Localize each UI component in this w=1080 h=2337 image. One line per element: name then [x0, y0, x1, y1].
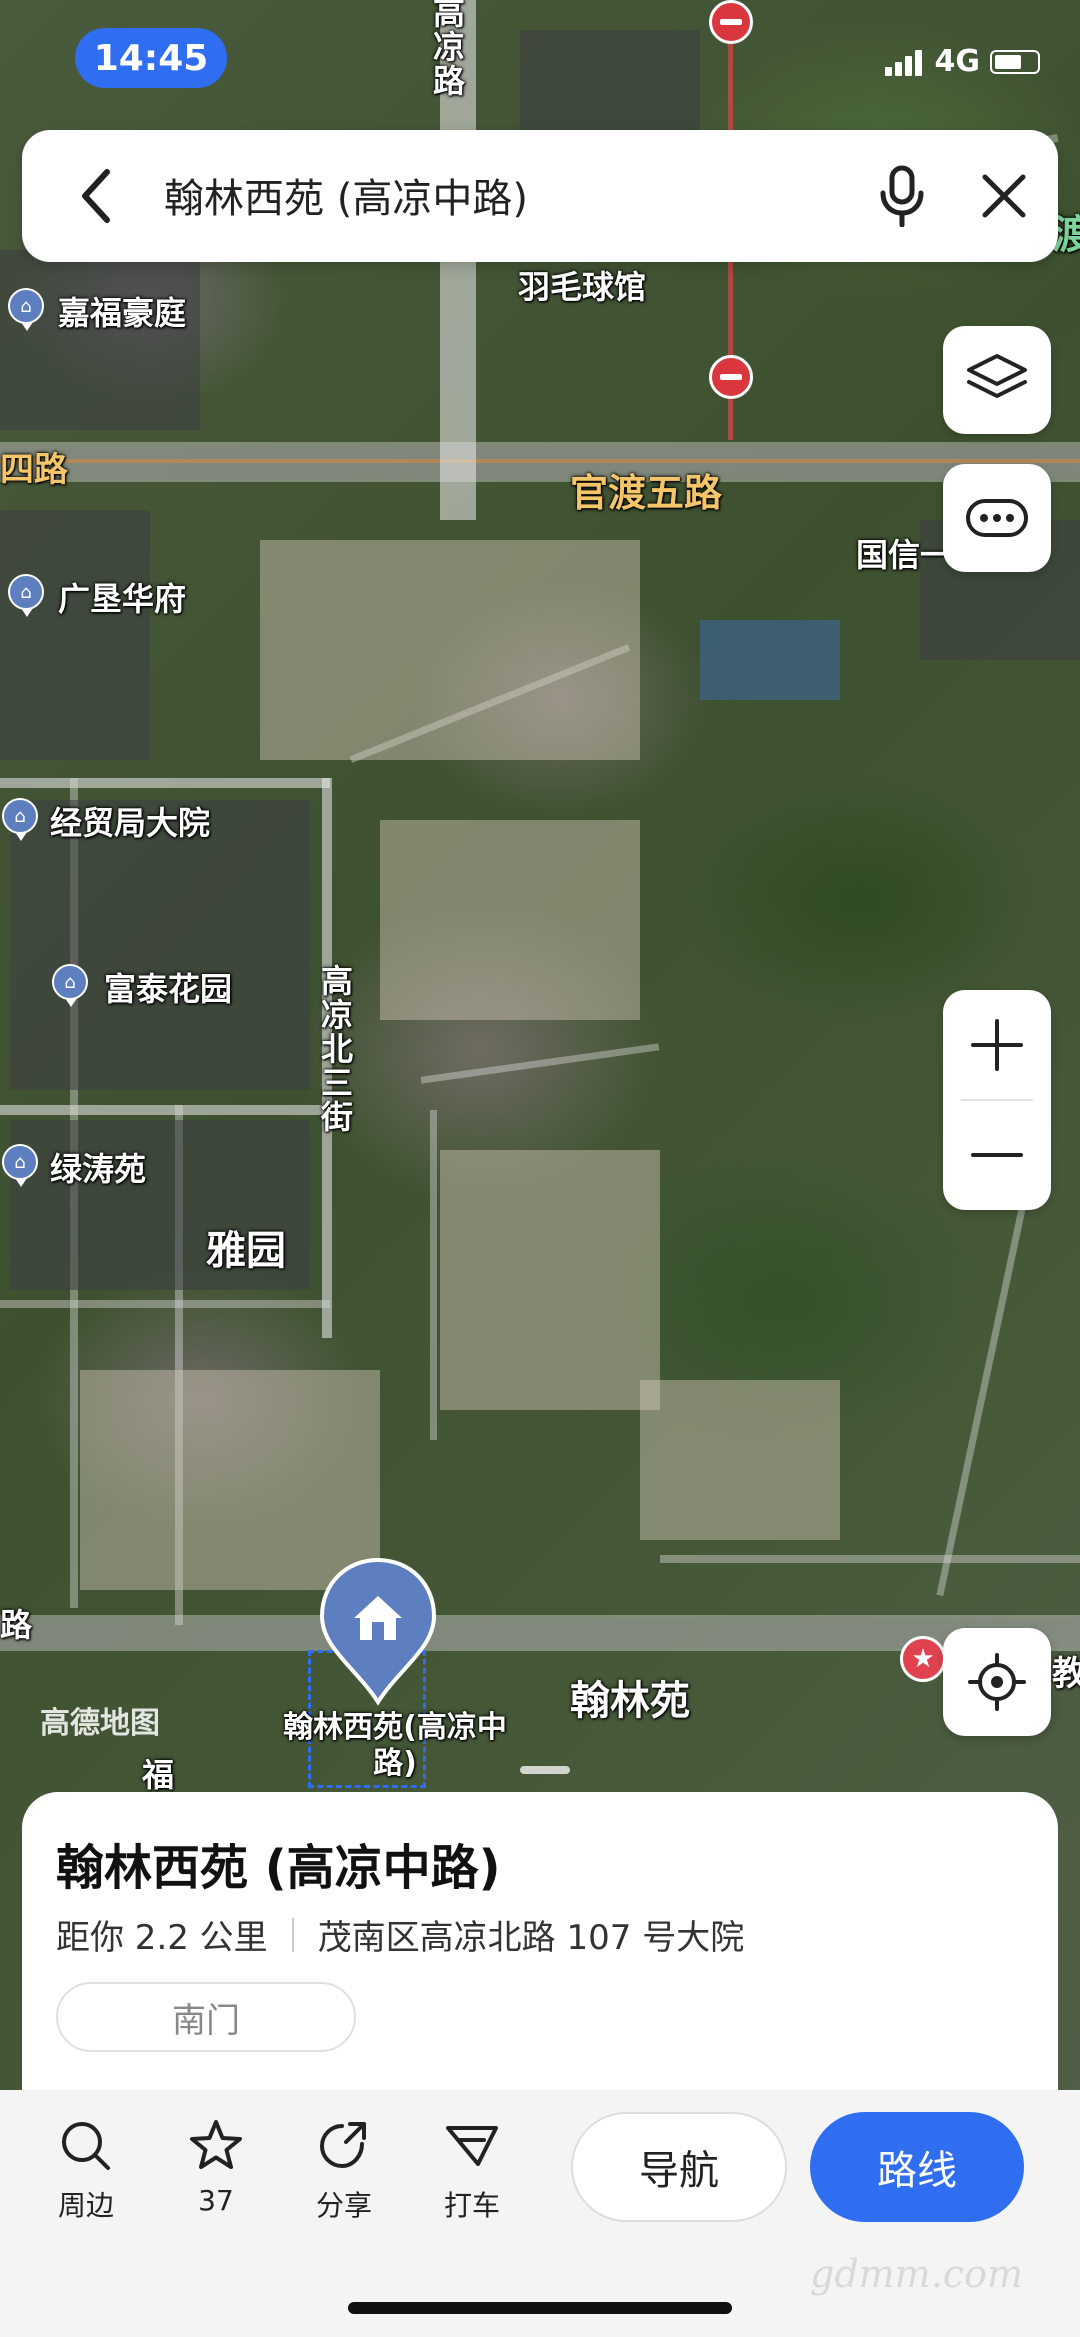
watermark: gdmm.com [810, 2252, 1023, 2296]
favorite-button[interactable]: 37 [166, 2114, 266, 2217]
poi-label-futai[interactable]: 富泰花园 [104, 964, 232, 1010]
crosshair-icon [968, 1653, 1026, 1711]
favorite-star-icon[interactable]: ★ [900, 1636, 946, 1682]
roofs-cluster-6 [700, 620, 840, 700]
roofs-cluster-1 [260, 540, 640, 760]
battery-icon [990, 49, 1040, 74]
poi-label-lvtao[interactable]: 绿涛苑 [50, 1144, 146, 1190]
navigate-button[interactable]: 导航 [571, 2112, 787, 2222]
road-left-block-bottom [0, 1105, 330, 1115]
roofs-cluster-2 [380, 820, 640, 1020]
poi-pin-icon[interactable]: ⌂ [2, 1144, 38, 1187]
search-query[interactable]: 翰林西苑 (高凉中路) [164, 166, 528, 224]
home-marker-icon [319, 1557, 437, 1706]
road-guandu-centerline [0, 459, 1080, 463]
route-button[interactable]: 路线 [810, 2112, 1024, 2222]
road-label-gaoliang: 高凉路 [428, 0, 466, 98]
taxi-flag-icon [446, 2126, 498, 2166]
place-card[interactable]: 翰林西苑 (高凉中路) 距你 2.2 公里 茂南区高凉北路 107 号大院 南门 [22, 1792, 1058, 2102]
signal-icon [884, 48, 925, 76]
no-entry-icon [709, 355, 753, 399]
poi-label-jingmao[interactable]: 经贸局大院 [50, 798, 210, 844]
road-label-guandu5: 官渡五路 [570, 471, 723, 515]
meta-divider [291, 1917, 294, 1952]
locate-me-button[interactable] [943, 1628, 1051, 1736]
road-mid-v [430, 1110, 437, 1440]
zoom-out-button[interactable] [943, 1100, 1051, 1210]
gate-chip-south[interactable]: 南门 [56, 1982, 356, 2052]
home-indicator[interactable] [348, 2302, 732, 2314]
zoom-in-button[interactable] [943, 990, 1051, 1100]
selected-place-label[interactable]: 翰林西苑(高凉中路) [280, 1710, 510, 1782]
place-meta: 距你 2.2 公里 茂南区高凉北路 107 号大院 [56, 1910, 744, 1959]
selected-place-pin[interactable] [316, 1556, 440, 1706]
more-button[interactable] [943, 464, 1051, 572]
minus-icon [971, 1153, 1023, 1157]
star-icon [190, 2120, 242, 2169]
share-icon [319, 2122, 366, 2169]
layers-button[interactable] [943, 326, 1051, 434]
poi-pin-icon[interactable]: ⌂ [52, 964, 88, 1007]
poi-pin-icon[interactable]: ⌂ [8, 574, 44, 617]
poi-pin-icon[interactable]: ⌂ [8, 288, 44, 331]
voice-search-button[interactable] [862, 156, 942, 236]
back-button[interactable] [62, 160, 132, 232]
close-icon [982, 174, 1026, 218]
chevron-left-icon [82, 169, 110, 223]
search-icon [62, 2122, 110, 2170]
nearby-label: 周边 [57, 2189, 114, 2222]
road-label-gaoliang-n3: 高凉北三街 [316, 964, 354, 1134]
network-type: 4G [934, 44, 981, 79]
status-icons: 4G [884, 44, 1040, 79]
road-mid-diag [420, 1043, 660, 1084]
poi-label-badminton[interactable]: 羽毛球馆 [518, 262, 646, 308]
poi-label-guoxin[interactable]: 国信一 [856, 530, 952, 576]
place-address: 茂南区高凉北路 107 号大院 [317, 1918, 745, 1958]
nearby-button[interactable]: 周边 [36, 2114, 136, 2224]
no-entry-icon [709, 0, 753, 44]
share-button[interactable]: 分享 [294, 2114, 394, 2224]
search-bar[interactable]: 翰林西苑 (高凉中路) [22, 130, 1058, 262]
roofs-cluster-3 [440, 1150, 660, 1410]
poi-label-jiafu[interactable]: 嘉福豪庭 [58, 288, 186, 334]
road-left-block-top [0, 778, 330, 788]
favorite-count: 37 [198, 2184, 234, 2217]
plus-icon [971, 1019, 1023, 1071]
poi-pin-icon[interactable]: ⌂ [2, 798, 38, 841]
more-dots-icon [966, 499, 1028, 537]
roofs-cluster-5 [640, 1380, 840, 1540]
share-label: 分享 [315, 2189, 372, 2222]
road-right-v [936, 1183, 1031, 1597]
bottom-action-bar: 周边 37 分享 打车 导航 路线 [0, 2090, 1080, 2337]
taxi-label: 打车 [443, 2189, 500, 2222]
taxi-button[interactable]: 打车 [422, 2114, 522, 2224]
status-time: 14:45 [75, 28, 227, 88]
edge-label-right: 教 [1052, 1654, 1080, 1694]
poi-label-guangken[interactable]: 广垦华府 [58, 574, 186, 620]
poi-label-hanlinyuan[interactable]: 翰林苑 [570, 1668, 690, 1726]
road-left-inner [0, 1300, 330, 1308]
place-distance: 距你 2.2 公里 [56, 1918, 268, 1958]
microphone-icon [880, 165, 924, 227]
buildings-left-top [0, 250, 200, 430]
clear-search-button[interactable] [968, 160, 1040, 232]
buildings-left-mid [0, 510, 150, 760]
map-logo: 高德地图 [40, 1706, 160, 1741]
card-drag-handle[interactable] [520, 1766, 570, 1774]
zoom-control [943, 990, 1051, 1210]
area-label-yayuan: 雅园 [206, 1228, 286, 1274]
layers-icon [967, 354, 1027, 398]
buildings-top-mid [520, 30, 700, 140]
edge-label-left: 路 [0, 1606, 33, 1644]
road-bottom-right [660, 1555, 1080, 1563]
road-label-left: 四路 [0, 450, 68, 490]
map-label-fu: 福 [142, 1756, 175, 1794]
place-title: 翰林西苑 (高凉中路) [56, 1840, 501, 1896]
